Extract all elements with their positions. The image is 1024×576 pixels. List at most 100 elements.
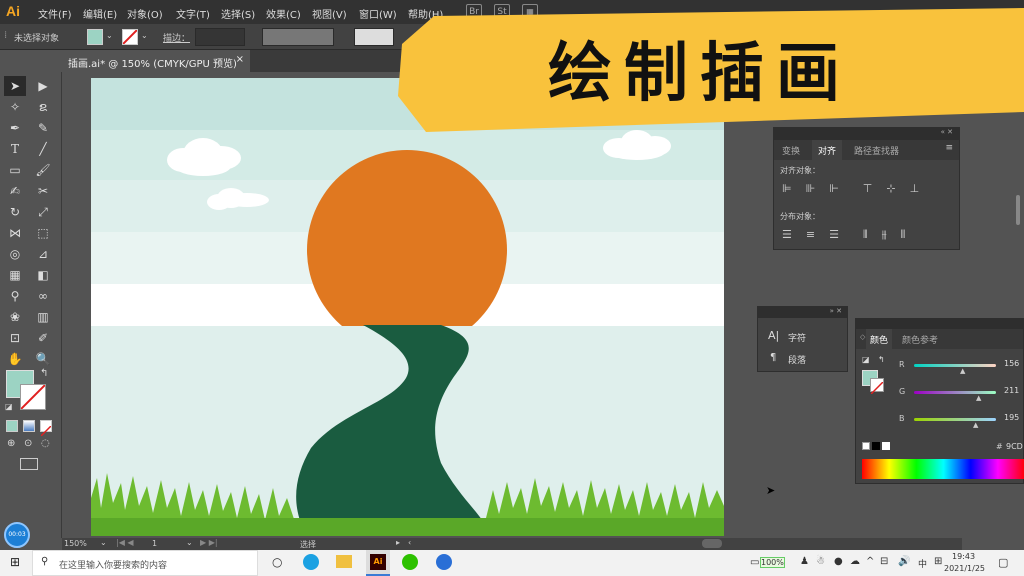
menu-edit[interactable]: 编辑(E) bbox=[83, 6, 117, 21]
b-slider[interactable] bbox=[914, 418, 996, 421]
swap-colors-icon[interactable]: ↰ bbox=[40, 368, 48, 379]
curvature-tool-icon[interactable]: ✎ bbox=[32, 118, 54, 138]
eyedropper-icon[interactable]: ⚲ bbox=[4, 286, 26, 306]
lasso-icon[interactable]: ຂ bbox=[32, 97, 54, 117]
character-panel-button[interactable]: 字符 bbox=[788, 331, 806, 344]
menu-file[interactable]: 文件(F) bbox=[38, 6, 72, 21]
close-icon[interactable]: × bbox=[236, 54, 244, 65]
b-value[interactable]: 195 bbox=[1004, 413, 1019, 422]
show-hidden-icons[interactable]: ^ bbox=[866, 556, 874, 567]
chevron-down-icon[interactable]: ⌄ bbox=[186, 538, 193, 547]
none-mode-icon[interactable] bbox=[40, 420, 52, 437]
panel-menu-icon[interactable]: ≡ bbox=[945, 143, 953, 153]
close-icon[interactable]: ✕ bbox=[836, 307, 842, 315]
paintbrush-icon[interactable]: 🖌 bbox=[32, 160, 54, 180]
r-value[interactable]: 156 bbox=[1004, 359, 1019, 368]
align-right-icon[interactable]: ⊩ bbox=[829, 182, 839, 195]
distribute-vcenter-icon[interactable]: ≡ bbox=[806, 228, 815, 242]
battery-icon[interactable]: ▭ bbox=[750, 557, 759, 568]
color-spectrum[interactable] bbox=[862, 459, 1024, 479]
column-graph-icon[interactable]: ▥ bbox=[32, 307, 54, 327]
default-colors-icon[interactable]: ◪ bbox=[862, 355, 870, 364]
gradient-mode-icon[interactable] bbox=[23, 420, 35, 432]
align-top-icon[interactable]: ⊤ bbox=[863, 182, 873, 195]
taskbar-search-box[interactable]: ⚲ 在这里输入你要搜索的内容 bbox=[32, 550, 258, 576]
rectangle-tool-icon[interactable]: ▭ bbox=[4, 160, 26, 180]
stroke-swatch[interactable] bbox=[122, 29, 138, 45]
zoom-tool-icon[interactable]: 🔍 bbox=[32, 349, 54, 369]
last-page-icon[interactable]: ▶ ▶| bbox=[200, 538, 218, 547]
tab-pathfinder[interactable]: 路径查找器 bbox=[854, 144, 899, 157]
align-hcenter-icon[interactable]: ⊪ bbox=[806, 182, 816, 195]
fill-swatch[interactable] bbox=[87, 29, 103, 45]
notification-icon[interactable]: ▢ bbox=[998, 556, 1008, 569]
r-slider-handle[interactable]: ▲ bbox=[960, 367, 965, 375]
distribute-hcenter-icon[interactable]: ⫵ bbox=[882, 228, 887, 242]
rotate-tool-icon[interactable]: ↻ bbox=[4, 202, 26, 222]
distribute-left-icon[interactable]: ⫴ bbox=[863, 228, 868, 242]
network-icon[interactable]: ⊟ bbox=[880, 556, 888, 567]
variable-width-profile[interactable] bbox=[262, 28, 334, 46]
illustrator-taskbar-button[interactable]: Ai bbox=[366, 550, 390, 576]
screen-mode-icon[interactable] bbox=[20, 458, 38, 470]
g-slider[interactable] bbox=[914, 391, 996, 394]
distribute-top-icon[interactable]: ☰ bbox=[782, 228, 792, 242]
wechat-icon[interactable] bbox=[402, 554, 418, 570]
scale-tool-icon[interactable]: ⤢ bbox=[32, 202, 54, 222]
mic-icon[interactable]: ● bbox=[834, 556, 843, 567]
menu-type[interactable]: 文字(T) bbox=[176, 6, 210, 21]
blend-tool-icon[interactable]: ∞ bbox=[32, 286, 54, 306]
default-colors-icon[interactable]: ◪ bbox=[5, 402, 13, 411]
edge-icon[interactable] bbox=[303, 554, 319, 570]
type-tool-icon[interactable]: T bbox=[4, 139, 26, 159]
b-slider-handle[interactable]: ▲ bbox=[973, 421, 978, 429]
align-vcenter-icon[interactable]: ⊹ bbox=[886, 182, 895, 195]
stroke-width-input[interactable] bbox=[195, 28, 245, 46]
black-swatch[interactable] bbox=[872, 442, 880, 450]
r-slider[interactable] bbox=[914, 364, 996, 367]
shape-builder-icon[interactable]: ◎ bbox=[4, 244, 26, 264]
draw-behind-icon[interactable]: ⊙ bbox=[24, 438, 32, 449]
tray-app-icon[interactable]: ♟ bbox=[800, 556, 809, 567]
keyboard-icon[interactable]: ⊞ bbox=[934, 556, 942, 567]
perspective-grid-icon[interactable]: ⊿ bbox=[32, 244, 54, 264]
draw-inside-icon[interactable]: ◌ bbox=[41, 438, 50, 449]
volume-icon[interactable]: 🔊 bbox=[898, 556, 910, 567]
g-slider-handle[interactable]: ▲ bbox=[976, 394, 981, 402]
hand-tool-icon[interactable]: ✋ bbox=[4, 349, 26, 369]
task-view-icon[interactable]: ○ bbox=[272, 555, 282, 569]
none-swatch[interactable] bbox=[862, 442, 870, 450]
app-globe-icon[interactable] bbox=[436, 554, 452, 570]
selection-tool-icon[interactable]: ➤ bbox=[4, 76, 26, 96]
pen-tool-icon[interactable]: ✒ bbox=[4, 118, 26, 138]
tab-align[interactable]: 对齐 bbox=[812, 140, 843, 160]
free-transform-icon[interactable]: ⬚ bbox=[32, 223, 54, 243]
color-mode-icon[interactable] bbox=[6, 420, 18, 432]
chevron-down-icon[interactable]: ⌄ bbox=[106, 31, 113, 40]
menu-view[interactable]: 视图(V) bbox=[312, 6, 347, 21]
clock-time[interactable]: 19:43 bbox=[952, 552, 975, 561]
stroke-color-swatch[interactable] bbox=[20, 384, 46, 410]
document-tab[interactable]: 插画.ai* @ 150% (CMYK/GPU 预览) × bbox=[62, 50, 250, 72]
chevron-down-icon[interactable]: ⌄ bbox=[100, 538, 107, 547]
menu-select[interactable]: 选择(S) bbox=[221, 6, 255, 21]
menu-effect[interactable]: 效果(C) bbox=[266, 6, 301, 21]
align-left-icon[interactable]: ⊫ bbox=[782, 182, 792, 195]
artboard-tool-icon[interactable]: ⊡ bbox=[4, 328, 26, 348]
g-value[interactable]: 211 bbox=[1004, 386, 1019, 395]
page-number[interactable]: 1 bbox=[152, 539, 157, 548]
distribute-right-icon[interactable]: ⫴ bbox=[901, 228, 906, 242]
scroll-left-icon[interactable]: ‹ bbox=[408, 538, 411, 547]
status-menu-arrow-icon[interactable]: ▸ bbox=[396, 538, 400, 547]
horizontal-scrollbar[interactable] bbox=[702, 539, 722, 548]
artboard[interactable] bbox=[91, 78, 724, 536]
gradient-tool-icon[interactable]: ◧ bbox=[32, 265, 54, 285]
distribute-bottom-icon[interactable]: ☰ bbox=[829, 228, 839, 242]
draw-normal-icon[interactable]: ⊕ bbox=[7, 438, 15, 449]
mesh-tool-icon[interactable]: ▦ bbox=[4, 265, 26, 285]
windows-start-icon[interactable]: ⊞ bbox=[10, 555, 20, 569]
collapse-arrows-icon[interactable]: ◇ bbox=[860, 333, 865, 341]
collapse-icon[interactable]: « bbox=[941, 128, 945, 136]
zoom-level[interactable]: 150% bbox=[64, 539, 87, 548]
menu-window[interactable]: 窗口(W) bbox=[359, 6, 397, 21]
